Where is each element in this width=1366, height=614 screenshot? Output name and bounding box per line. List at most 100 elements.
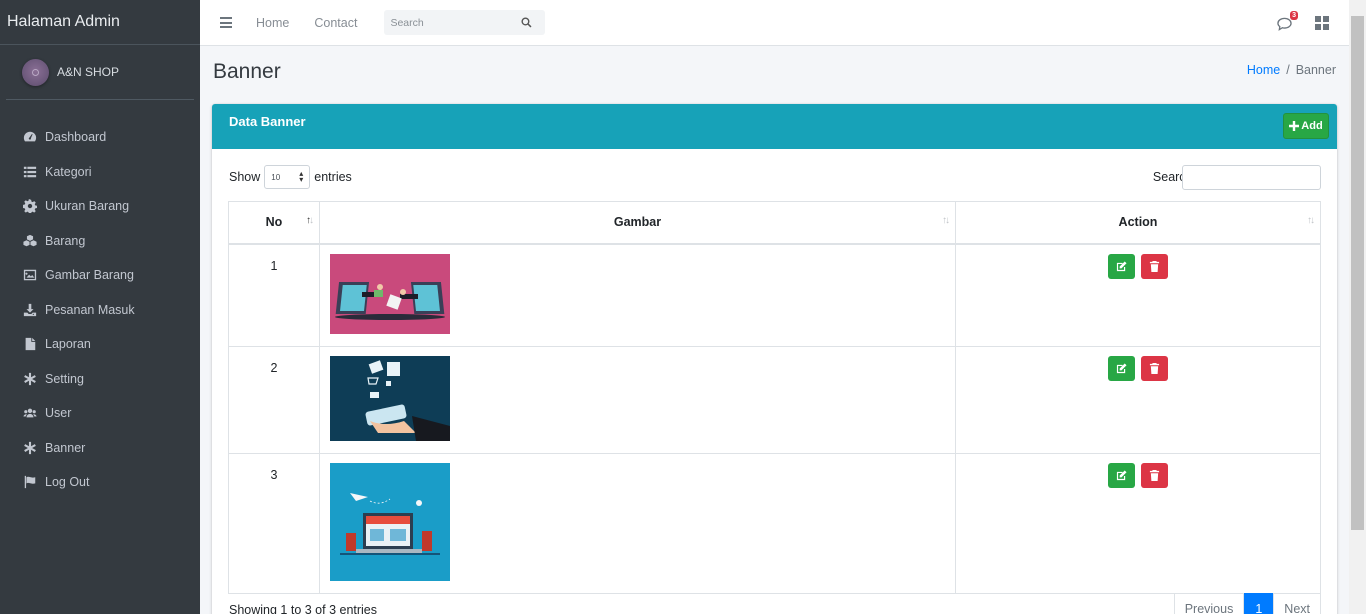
sidebar-item-log-out[interactable]: Log Out — [0, 465, 200, 500]
row-number: 3 — [228, 452, 320, 594]
edit-button[interactable] — [1108, 462, 1136, 488]
menu-toggle-icon[interactable] — [220, 17, 232, 28]
navbar-search — [384, 10, 546, 35]
column-header-action[interactable]: Action ↑↓ — [955, 201, 1321, 245]
column-header-label: Action — [1118, 215, 1158, 230]
sidebar: Halaman Admin A&N SHOP Dashboard Kategor… — [0, 0, 200, 614]
add-button[interactable]: Add — [1283, 113, 1329, 139]
brand-title[interactable]: Halaman Admin — [0, 0, 200, 45]
search-button[interactable] — [514, 10, 538, 35]
row-image-cell — [319, 452, 956, 594]
row-actions — [955, 345, 1321, 454]
sidebar-item-label: User — [45, 406, 72, 421]
edit-button[interactable] — [1108, 253, 1136, 279]
sidebar-item-laporan[interactable]: Laporan — [0, 327, 200, 362]
sidebar-item-pesanan-masuk[interactable]: Pesanan Masuk — [0, 293, 200, 328]
edit-icon — [1117, 260, 1127, 271]
card-header: Data Banner Add — [212, 104, 1337, 149]
card-title: Data Banner — [229, 114, 306, 129]
banner-image-mobile-shopping — [330, 355, 450, 441]
data-banner-card: Data Banner Add Show 10 ▴ ▾ entries Searc… — [212, 104, 1337, 614]
apps-grid-icon[interactable] — [1315, 15, 1329, 30]
entries-select[interactable]: 10 ▴ ▾ — [264, 165, 311, 189]
show-entries: Show 10 ▴ ▾ entries — [229, 165, 352, 189]
entries-label: entries — [314, 170, 352, 184]
sidebar-nav: Dashboard Kategori Ukuran Barang Barang … — [0, 120, 200, 500]
entries-value: 10 — [271, 172, 281, 182]
sidebar-item-barang[interactable]: Barang — [0, 224, 200, 259]
avatar[interactable] — [22, 58, 49, 86]
plus-icon — [1289, 121, 1300, 131]
row-number: 2 — [228, 345, 320, 454]
banner-image-online-payment — [330, 253, 450, 334]
table-row: 2 — [228, 345, 1321, 454]
banner-table: No ↑↓ Gambar ↑↓ Action ↑↓ 1 2 3 — [228, 201, 1321, 594]
download-icon — [22, 302, 38, 318]
sidebar-item-label: Ukuran Barang — [45, 199, 130, 214]
pagination-previous[interactable]: Previous — [1173, 593, 1245, 614]
column-header-no[interactable]: No ↑↓ — [228, 201, 320, 245]
search-input[interactable] — [384, 16, 515, 29]
table-header-row: No ↑↓ Gambar ↑↓ Action ↑↓ — [228, 201, 1321, 245]
sidebar-item-banner[interactable]: Banner — [0, 431, 200, 466]
image-icon — [22, 267, 38, 283]
file-icon — [22, 336, 38, 352]
asterisk-icon — [22, 371, 38, 387]
sidebar-item-label: Log Out — [45, 475, 90, 490]
sidebar-item-label: Gambar Barang — [45, 268, 134, 283]
edit-button[interactable] — [1108, 355, 1136, 381]
breadcrumb-home-link[interactable]: Home — [1247, 63, 1280, 77]
sidebar-item-label: Dashboard — [45, 130, 107, 145]
sort-icon: ↑↓ — [1307, 215, 1315, 226]
row-number: 1 — [228, 243, 320, 347]
row-image-cell — [319, 243, 956, 347]
sidebar-item-ukuran-barang[interactable]: Ukuran Barang — [0, 189, 200, 224]
table-row: 1 — [228, 243, 1321, 347]
table-info: Showing 1 to 3 of 3 entries — [229, 603, 378, 614]
sidebar-item-user[interactable]: User — [0, 396, 200, 431]
column-header-gambar[interactable]: Gambar ↑↓ — [319, 201, 956, 245]
delete-button[interactable] — [1140, 355, 1168, 381]
pagination-page-1[interactable]: 1 — [1244, 593, 1274, 614]
page-scrollbar[interactable] — [1349, 0, 1366, 614]
show-label: Show — [229, 170, 261, 184]
flag-icon — [22, 474, 38, 490]
nav-home-link[interactable]: Home — [256, 16, 289, 30]
user-panel[interactable]: A&N SHOP — [6, 45, 194, 100]
sort-icon: ↑↓ — [942, 215, 950, 226]
table-row: 3 — [228, 452, 1321, 594]
table-search-input[interactable] — [1182, 165, 1321, 190]
sidebar-item-dashboard[interactable]: Dashboard — [0, 120, 200, 155]
messages-button[interactable]: 3 — [1277, 10, 1298, 32]
delete-button[interactable] — [1140, 253, 1168, 279]
scrollbar-thumb[interactable] — [1351, 16, 1364, 530]
column-header-label: No — [265, 215, 283, 230]
delete-button[interactable] — [1140, 462, 1168, 488]
top-navbar: Home Contact 3 — [200, 0, 1349, 46]
column-header-label: Gambar — [613, 215, 662, 230]
sidebar-item-label: Kategori — [45, 164, 92, 179]
sidebar-item-kategori[interactable]: Kategori — [0, 155, 200, 190]
message-count-badge: 3 — [1290, 10, 1298, 20]
sidebar-item-label: Banner — [45, 440, 86, 455]
sidebar-item-label: Pesanan Masuk — [45, 302, 135, 317]
nav-contact-link[interactable]: Contact — [314, 16, 357, 30]
list-icon — [22, 164, 38, 180]
breadcrumb-current: Banner — [1295, 63, 1336, 77]
row-image-cell — [319, 345, 956, 454]
users-icon — [22, 405, 38, 421]
pagination-next[interactable]: Next — [1273, 593, 1321, 614]
sidebar-item-setting[interactable]: Setting — [0, 362, 200, 397]
cog-icon — [22, 198, 38, 214]
sidebar-item-label: Barang — [45, 233, 86, 248]
row-actions — [955, 243, 1321, 347]
user-name[interactable]: A&N SHOP — [57, 65, 119, 79]
select-arrows-icon: ▴ ▾ — [299, 169, 304, 184]
sidebar-item-gambar-barang[interactable]: Gambar Barang — [0, 258, 200, 293]
row-actions — [955, 452, 1321, 594]
trash-icon — [1149, 469, 1159, 481]
add-button-label: Add — [1301, 120, 1323, 132]
edit-icon — [1117, 469, 1127, 480]
cubes-icon — [22, 233, 38, 249]
sidebar-item-label: Setting — [45, 371, 84, 386]
